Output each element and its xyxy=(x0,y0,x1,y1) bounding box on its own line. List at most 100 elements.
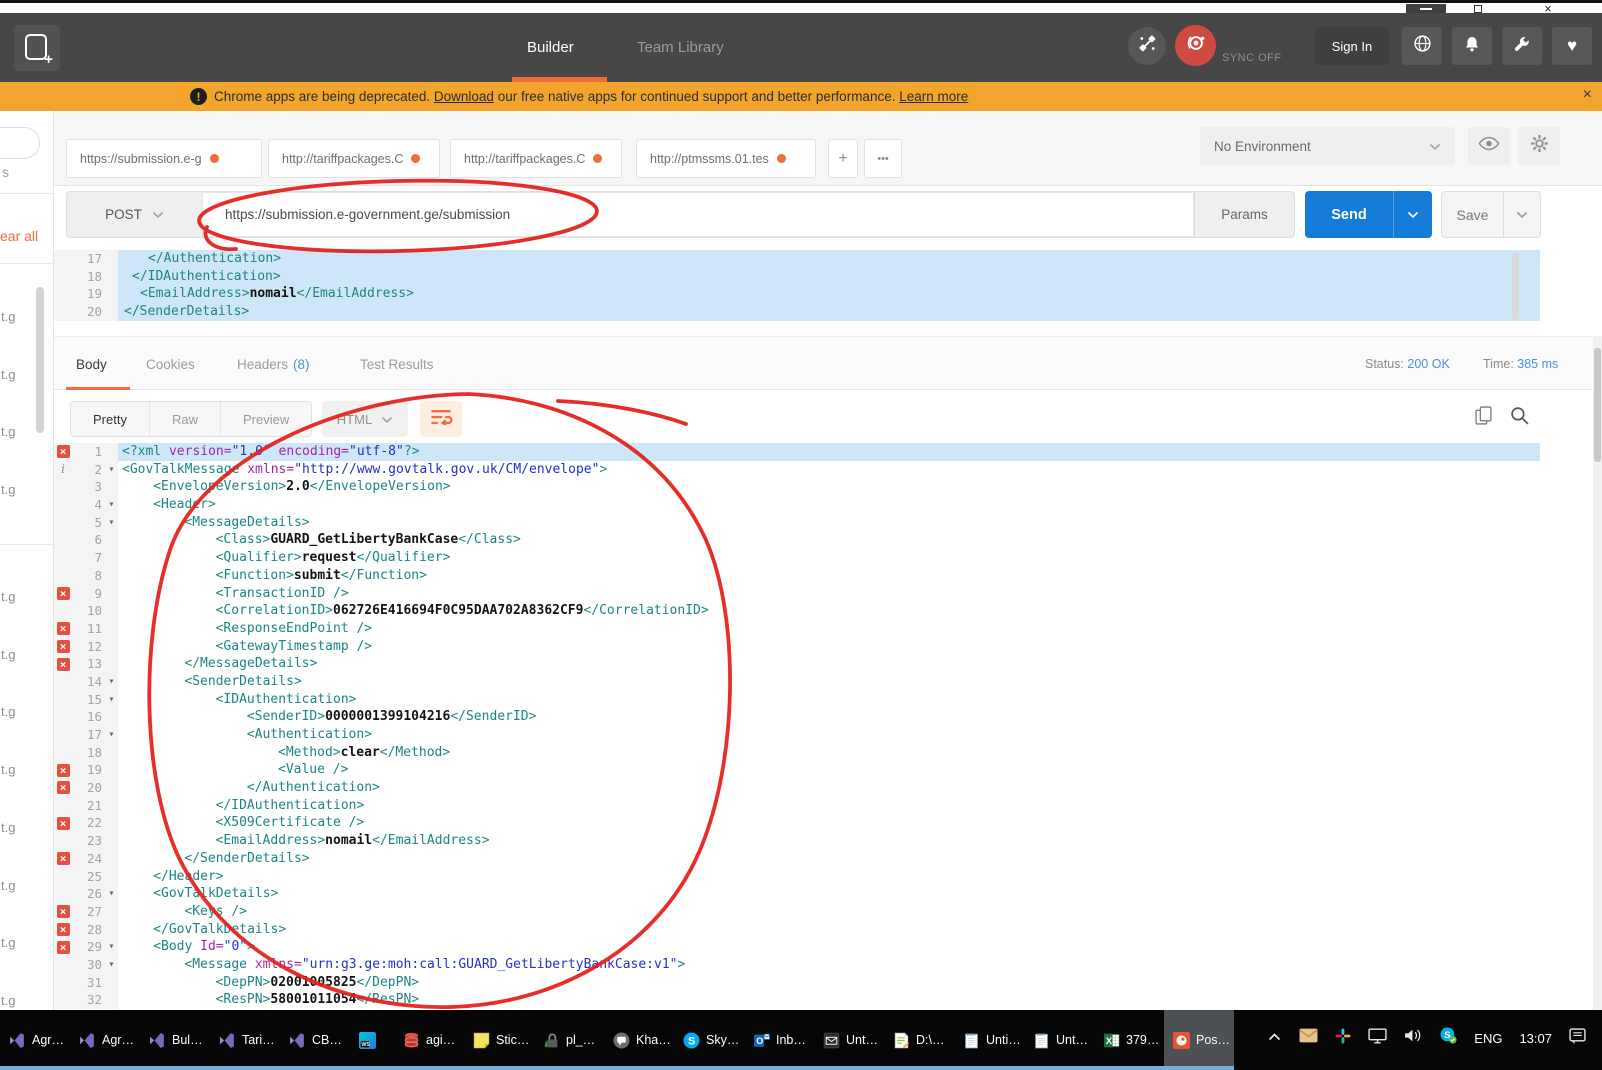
fold-arrow-icon[interactable]: ▾ xyxy=(105,885,118,903)
wrap-lines-button[interactable] xyxy=(420,401,462,437)
history-item[interactable]: t.g xyxy=(1,309,15,329)
fold-arrow-icon[interactable]: ▾ xyxy=(105,726,118,744)
request-body-editor[interactable]: 17</Authentication>18</IDAuthentication>… xyxy=(54,250,1540,322)
notifications-button[interactable] xyxy=(1452,27,1492,65)
taskbar-item[interactable]: WS xyxy=(350,1010,394,1070)
history-item[interactable]: t.g xyxy=(1,993,15,1010)
settings-wrench-button[interactable] xyxy=(1502,27,1542,65)
error-icon[interactable]: × xyxy=(57,817,70,830)
environment-settings-button[interactable] xyxy=(1518,127,1560,165)
favorites-button[interactable]: ♥ xyxy=(1552,27,1592,65)
banner-close-button[interactable]: × xyxy=(1583,86,1592,104)
action-center-icon[interactable] xyxy=(1569,1028,1586,1049)
taskbar-item[interactable]: Tari… xyxy=(210,1010,280,1070)
error-icon[interactable]: × xyxy=(57,764,70,777)
copy-response-button[interactable] xyxy=(1470,404,1496,432)
more-tabs-button[interactable]: ••• xyxy=(864,139,902,178)
request-tab[interactable]: http://ptmssms.01.tes xyxy=(636,139,816,178)
volume-icon[interactable] xyxy=(1404,1028,1423,1048)
interceptor-button[interactable] xyxy=(1128,27,1166,65)
error-icon[interactable]: × xyxy=(57,658,70,671)
sidebar-scrollbar[interactable] xyxy=(36,287,44,433)
error-icon[interactable]: × xyxy=(57,905,70,918)
view-raw-button[interactable]: Raw xyxy=(150,402,221,436)
history-item[interactable]: t.g xyxy=(1,820,15,840)
error-icon[interactable]: × xyxy=(57,923,70,936)
request-tab[interactable]: https://submission.e-g xyxy=(66,139,262,178)
info-icon[interactable]: i xyxy=(61,461,65,479)
taskbar-item[interactable]: Bul… xyxy=(140,1010,210,1070)
fold-arrow-icon[interactable]: ▾ xyxy=(105,496,118,514)
history-item[interactable]: t.g xyxy=(1,762,15,782)
tray-expand-icon[interactable] xyxy=(1267,1029,1282,1047)
fold-arrow-icon[interactable]: ▾ xyxy=(105,938,118,956)
environment-select[interactable]: No Environment xyxy=(1200,127,1455,165)
response-scrollbar-thumb[interactable] xyxy=(1594,348,1601,462)
taskbar-item[interactable]: agi… xyxy=(394,1010,464,1070)
error-icon[interactable]: × xyxy=(57,622,70,635)
request-tab[interactable]: http://tariffpackages.C xyxy=(450,139,622,178)
save-options-button[interactable] xyxy=(1503,192,1540,237)
format-select[interactable]: HTML xyxy=(322,401,408,437)
history-item[interactable]: t.g xyxy=(1,935,15,955)
tab-team-library[interactable]: Team Library xyxy=(637,13,724,82)
fold-arrow-icon[interactable]: ▾ xyxy=(105,514,118,532)
taskbar-item[interactable]: Stic… xyxy=(464,1010,534,1070)
history-item[interactable]: t.g xyxy=(1,704,15,724)
sync-button[interactable] xyxy=(1175,25,1216,66)
tray-mail-icon[interactable] xyxy=(1299,1028,1318,1048)
new-tab-button[interactable]: + xyxy=(14,25,60,71)
taskbar-item[interactable]: CB… xyxy=(280,1010,350,1070)
language-indicator[interactable]: ENG xyxy=(1474,1031,1502,1046)
send-options-button[interactable] xyxy=(1393,191,1432,238)
tab-body[interactable]: Body xyxy=(76,337,107,391)
taskbar-item[interactable]: X379… xyxy=(1094,1010,1164,1070)
learn-more-link[interactable]: Learn more xyxy=(899,89,968,104)
add-tab-button[interactable]: + xyxy=(828,139,858,178)
skype-tray-icon[interactable]: S xyxy=(1440,1027,1457,1049)
response-body-viewer[interactable]: ×1<?xml version="1.0" encoding="utf-8"?>… xyxy=(54,443,1540,1010)
clock[interactable]: 13:07 xyxy=(1519,1031,1552,1046)
fold-arrow-icon[interactable]: ▾ xyxy=(105,461,118,479)
view-pretty-button[interactable]: Pretty xyxy=(71,402,150,436)
taskbar-item[interactable]: Agr… xyxy=(0,1010,70,1070)
error-icon[interactable]: × xyxy=(57,587,70,600)
slack-icon[interactable] xyxy=(1335,1028,1351,1049)
history-item[interactable]: t.g xyxy=(1,647,15,667)
taskbar-item[interactable]: Unt… xyxy=(814,1010,884,1070)
taskbar-item[interactable]: Unt… xyxy=(1024,1010,1094,1070)
error-icon[interactable]: × xyxy=(57,640,70,653)
tab-headers[interactable]: Headers (8) xyxy=(237,337,310,391)
taskbar-item[interactable]: Kha… xyxy=(604,1010,674,1070)
fold-arrow-icon[interactable]: ▾ xyxy=(105,673,118,691)
editor-scrollbar[interactable] xyxy=(1512,252,1519,320)
taskbar-item[interactable]: Agr… xyxy=(70,1010,140,1070)
search-response-button[interactable] xyxy=(1506,404,1532,432)
taskbar-item[interactable]: pl_… xyxy=(534,1010,604,1070)
view-preview-button[interactable]: Preview xyxy=(221,402,311,436)
download-link[interactable]: Download xyxy=(434,89,494,104)
error-icon[interactable]: × xyxy=(57,852,70,865)
fold-arrow-icon[interactable]: ▾ xyxy=(105,956,118,974)
save-button[interactable]: Save xyxy=(1441,191,1541,238)
url-input[interactable]: https://submission.e-government.ge/submi… xyxy=(202,192,1194,237)
tab-cookies[interactable]: Cookies xyxy=(146,337,195,391)
taskbar-item[interactable]: SSky… xyxy=(674,1010,744,1070)
globe-button[interactable] xyxy=(1402,27,1442,65)
environment-preview-button[interactable] xyxy=(1468,127,1510,165)
request-tab[interactable]: http://tariffpackages.C xyxy=(268,139,440,178)
error-icon[interactable]: × xyxy=(57,941,70,954)
taskbar-item[interactable]: Unti… xyxy=(954,1010,1024,1070)
fold-arrow-icon[interactable]: ▾ xyxy=(105,691,118,709)
taskbar-item[interactable]: D:\… xyxy=(884,1010,954,1070)
sidebar-search-input[interactable] xyxy=(0,127,40,159)
method-select[interactable]: POST xyxy=(67,192,202,237)
send-button[interactable]: Send xyxy=(1305,191,1432,238)
tab-test-results[interactable]: Test Results xyxy=(360,337,434,391)
display-icon[interactable] xyxy=(1368,1028,1387,1049)
history-item[interactable]: t.g xyxy=(1,878,15,898)
tab-builder[interactable]: Builder xyxy=(527,13,574,82)
taskbar-item[interactable]: Pos… xyxy=(1164,1010,1234,1070)
error-icon[interactable]: × xyxy=(57,445,70,458)
error-icon[interactable]: × xyxy=(57,781,70,794)
